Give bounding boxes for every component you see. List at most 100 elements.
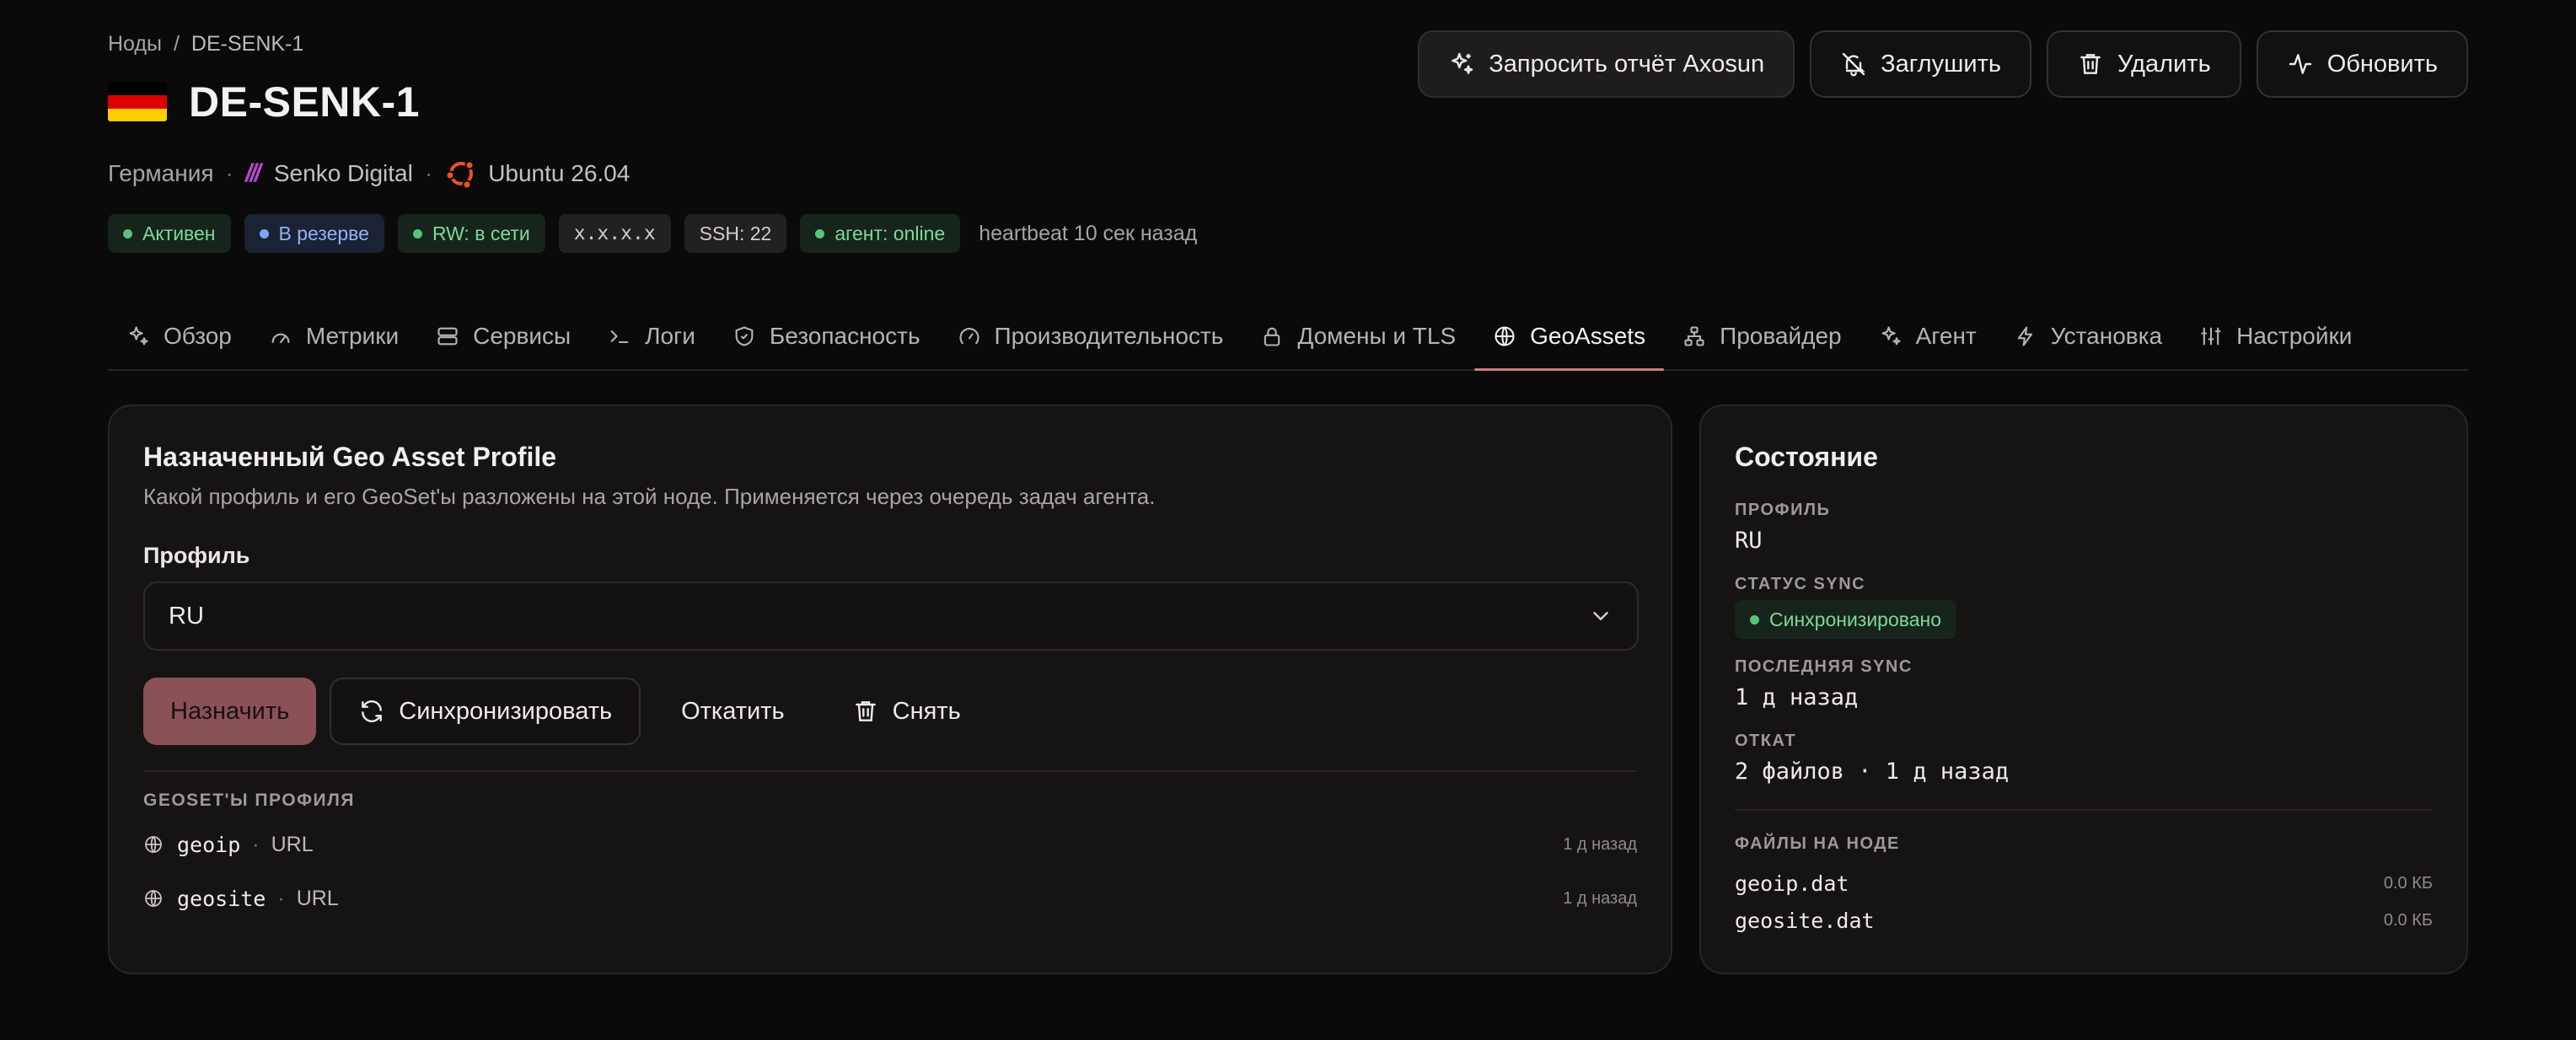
request-report-label: Запросить отчёт Axosun bbox=[1489, 50, 1765, 78]
geoset-separator: · bbox=[252, 832, 260, 856]
network-icon bbox=[1684, 326, 1704, 346]
globe-icon bbox=[1495, 326, 1515, 346]
germany-flag-icon bbox=[108, 83, 167, 121]
node-tabs: Обзор Метрики Сервисы Логи Безопасность … bbox=[108, 303, 2468, 371]
tab-label: Провайдер bbox=[1720, 323, 1842, 349]
tab-services[interactable]: Сервисы bbox=[417, 303, 589, 369]
badge-label: RW: в сети bbox=[432, 222, 530, 244]
node-os: Ubuntu 26.04 bbox=[488, 160, 631, 186]
geoset-row: geoip · URL 1 д назад bbox=[143, 828, 1637, 861]
refresh-label: Обновить bbox=[2326, 50, 2438, 78]
title-row: DE-SENK-1 bbox=[108, 78, 420, 126]
file-size: 0.0 КБ bbox=[2383, 910, 2433, 930]
sync-status-badge: Синхронизировано bbox=[1735, 600, 1957, 639]
shield-icon bbox=[735, 326, 754, 346]
badge-label: агент: online bbox=[835, 222, 946, 244]
refresh-icon bbox=[362, 700, 383, 722]
tab-overview[interactable]: Обзор bbox=[108, 303, 250, 369]
flag-stripe-gold bbox=[108, 108, 167, 121]
trash-icon bbox=[855, 701, 876, 721]
status-led bbox=[815, 228, 825, 239]
sparkles-icon bbox=[1881, 326, 1901, 346]
bolt-icon bbox=[2017, 326, 2032, 346]
geo-profile-card: Назначенный Geo Asset Profile Какой проф… bbox=[108, 405, 1672, 974]
tab-label: Сервисы bbox=[473, 323, 572, 349]
chevron-down-icon bbox=[1593, 612, 1608, 620]
ssh-badge: SSH: 22 bbox=[684, 214, 787, 253]
badge-label: В резерве bbox=[278, 222, 369, 244]
delete-label: Удалить bbox=[2117, 50, 2211, 78]
breadcrumb-separator: / bbox=[173, 32, 180, 56]
mute-button[interactable]: Заглушить bbox=[1810, 30, 2031, 98]
tab-label: GeoAssets bbox=[1530, 323, 1646, 349]
tab-performance[interactable]: Производительность bbox=[939, 303, 1242, 369]
profile-select-value: RU bbox=[169, 602, 204, 630]
tab-label: Установка bbox=[2050, 323, 2163, 349]
tab-logs[interactable]: Логи bbox=[589, 303, 714, 369]
node-provider: Senko Digital bbox=[273, 160, 413, 186]
terminal-icon bbox=[610, 330, 629, 344]
globe-icon bbox=[145, 836, 162, 853]
tab-security[interactable]: Безопасность bbox=[714, 303, 939, 369]
profile-actions: Назначить Синхронизировать Откатить Снят… bbox=[143, 678, 988, 745]
geoset-name: geoip bbox=[177, 832, 241, 857]
tab-install[interactable]: Установка bbox=[1995, 303, 2181, 369]
tab-settings[interactable]: Настройки bbox=[2181, 303, 2370, 369]
state-card: Состояние ПРОФИЛЬ RU СТАТУС SYNC Синхрон… bbox=[1699, 405, 2468, 974]
gauge-icon bbox=[271, 333, 290, 344]
geoset-name: geosite bbox=[177, 886, 266, 911]
delete-button[interactable]: Удалить bbox=[2046, 30, 2241, 98]
tab-geoassets[interactable]: GeoAssets bbox=[1474, 303, 1665, 371]
geoset-updated: 1 д назад bbox=[1563, 888, 1637, 908]
remove-label: Снять bbox=[892, 697, 961, 725]
status-badges: Активен В резерве RW: в сети x.x.x.x SSH… bbox=[108, 214, 1197, 253]
divider bbox=[143, 770, 1637, 772]
rollback-button[interactable]: Откатить bbox=[654, 678, 812, 745]
tab-label: Метрики bbox=[305, 323, 400, 349]
geoset-separator: · bbox=[277, 886, 285, 910]
badge-label: SSH: 22 bbox=[699, 222, 772, 244]
geoset-type: URL bbox=[296, 886, 339, 910]
tab-agent[interactable]: Агент bbox=[1860, 303, 1995, 369]
card-description: Какой профиль и его GeoSet'ы разложены н… bbox=[143, 484, 1156, 509]
status-badge-standby: В резерве bbox=[244, 214, 384, 253]
sync-label: Синхронизировать bbox=[399, 697, 613, 725]
card-title: Назначенный Geo Asset Profile bbox=[143, 442, 557, 472]
meta-separator: · bbox=[424, 160, 433, 186]
file-size: 0.0 КБ bbox=[2383, 873, 2433, 893]
tab-label: Агент bbox=[1915, 323, 1977, 349]
tab-provider[interactable]: Провайдер bbox=[1664, 303, 1860, 369]
ip-badge: x.x.x.x bbox=[558, 214, 671, 253]
sync-button[interactable]: Синхронизировать bbox=[330, 678, 641, 745]
mute-label: Заглушить bbox=[1881, 50, 2001, 78]
status-led bbox=[259, 228, 269, 239]
tab-metrics[interactable]: Метрики bbox=[250, 303, 417, 369]
meta-separator: · bbox=[225, 160, 233, 186]
speedometer-icon bbox=[959, 328, 979, 345]
agent-badge: агент: online bbox=[800, 214, 961, 253]
assign-button[interactable]: Назначить bbox=[143, 678, 317, 745]
request-report-button[interactable]: Запросить отчёт Axosun bbox=[1418, 30, 1795, 98]
file-row: geoip.dat 0.0 КБ bbox=[1735, 868, 2433, 898]
heartbeat-text: heartbeat 10 сек назад bbox=[979, 221, 1198, 245]
breadcrumb-root-link[interactable]: Ноды bbox=[108, 32, 162, 56]
geoset-updated: 1 д назад bbox=[1563, 834, 1637, 854]
status-led bbox=[412, 228, 422, 239]
flag-stripe-black bbox=[108, 83, 167, 96]
file-name: geosite.dat bbox=[1735, 908, 1875, 933]
refresh-button[interactable]: Обновить bbox=[2256, 30, 2468, 98]
card-title: Состояние bbox=[1735, 442, 1878, 472]
geoset-type: URL bbox=[271, 832, 314, 856]
tab-label: Настройки bbox=[2236, 323, 2353, 349]
sync-status-value: Синхронизировано bbox=[1769, 608, 1942, 630]
node-meta: Германия · /// Senko Digital · Ubuntu 26… bbox=[108, 157, 630, 190]
badge-label: x.x.x.x bbox=[573, 222, 656, 244]
ubuntu-logo-icon bbox=[445, 160, 475, 190]
tab-label: Обзор bbox=[164, 323, 232, 349]
remove-button[interactable]: Снять bbox=[825, 678, 988, 745]
profile-stat-label: ПРОФИЛЬ bbox=[1735, 501, 1831, 519]
profile-select[interactable]: RU bbox=[143, 582, 1639, 651]
header-actions: Запросить отчёт Axosun Заглушить Удалить… bbox=[1418, 30, 2468, 98]
tab-domains-tls[interactable]: Домены и TLS bbox=[1242, 303, 1474, 369]
divider bbox=[1735, 809, 2433, 811]
